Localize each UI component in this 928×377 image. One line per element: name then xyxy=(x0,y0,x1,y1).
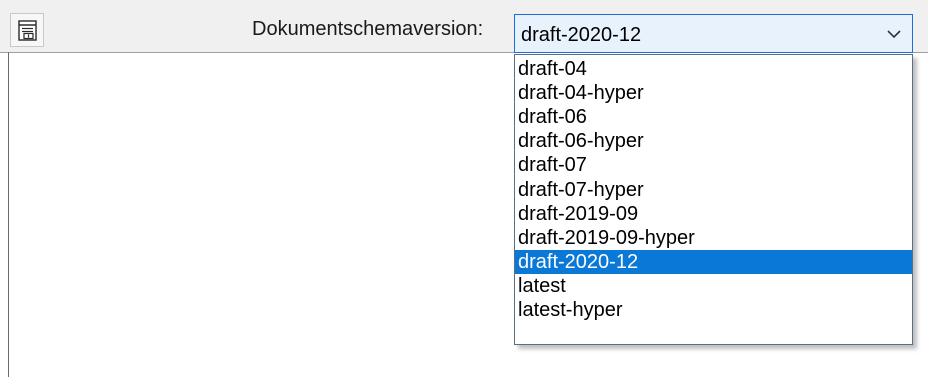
chevron-down-icon[interactable] xyxy=(886,28,902,40)
dropdown-option[interactable]: draft-2019-09-hyper xyxy=(515,226,912,250)
schema-version-label: Dokumentschemaversion: xyxy=(252,18,484,40)
document-outline-button[interactable] xyxy=(10,13,44,47)
schema-version-select[interactable]: draft-2020-12 xyxy=(514,14,913,53)
dropdown-option[interactable]: draft-07-hyper xyxy=(515,178,912,202)
dropdown-option[interactable]: draft-04-hyper xyxy=(515,81,912,105)
document-outline-icon xyxy=(18,20,37,41)
dropdown-option[interactable]: latest-hyper xyxy=(515,298,912,322)
dropdown-option[interactable]: draft-06-hyper xyxy=(515,129,912,153)
dropdown-option[interactable]: latest xyxy=(515,274,912,298)
toolbar: Dokumentschemaversion: draft-2020-12 xyxy=(0,0,928,53)
dropdown-option[interactable]: draft-2020-12 xyxy=(515,249,912,274)
schema-version-selected-value: draft-2020-12 xyxy=(521,24,642,46)
editor-window: Dokumentschemaversion: draft-2020-12 dra… xyxy=(0,0,928,377)
dropdown-option[interactable]: draft-07 xyxy=(515,153,912,177)
panel-border xyxy=(8,52,9,377)
dropdown-option[interactable]: draft-2019-09 xyxy=(515,202,912,226)
dropdown-option[interactable]: draft-04 xyxy=(515,57,912,81)
schema-version-dropdown-list[interactable]: draft-04 draft-04-hyper draft-06 draft-06-h… xyxy=(514,54,913,345)
dropdown-option[interactable]: draft-06 xyxy=(515,105,912,129)
